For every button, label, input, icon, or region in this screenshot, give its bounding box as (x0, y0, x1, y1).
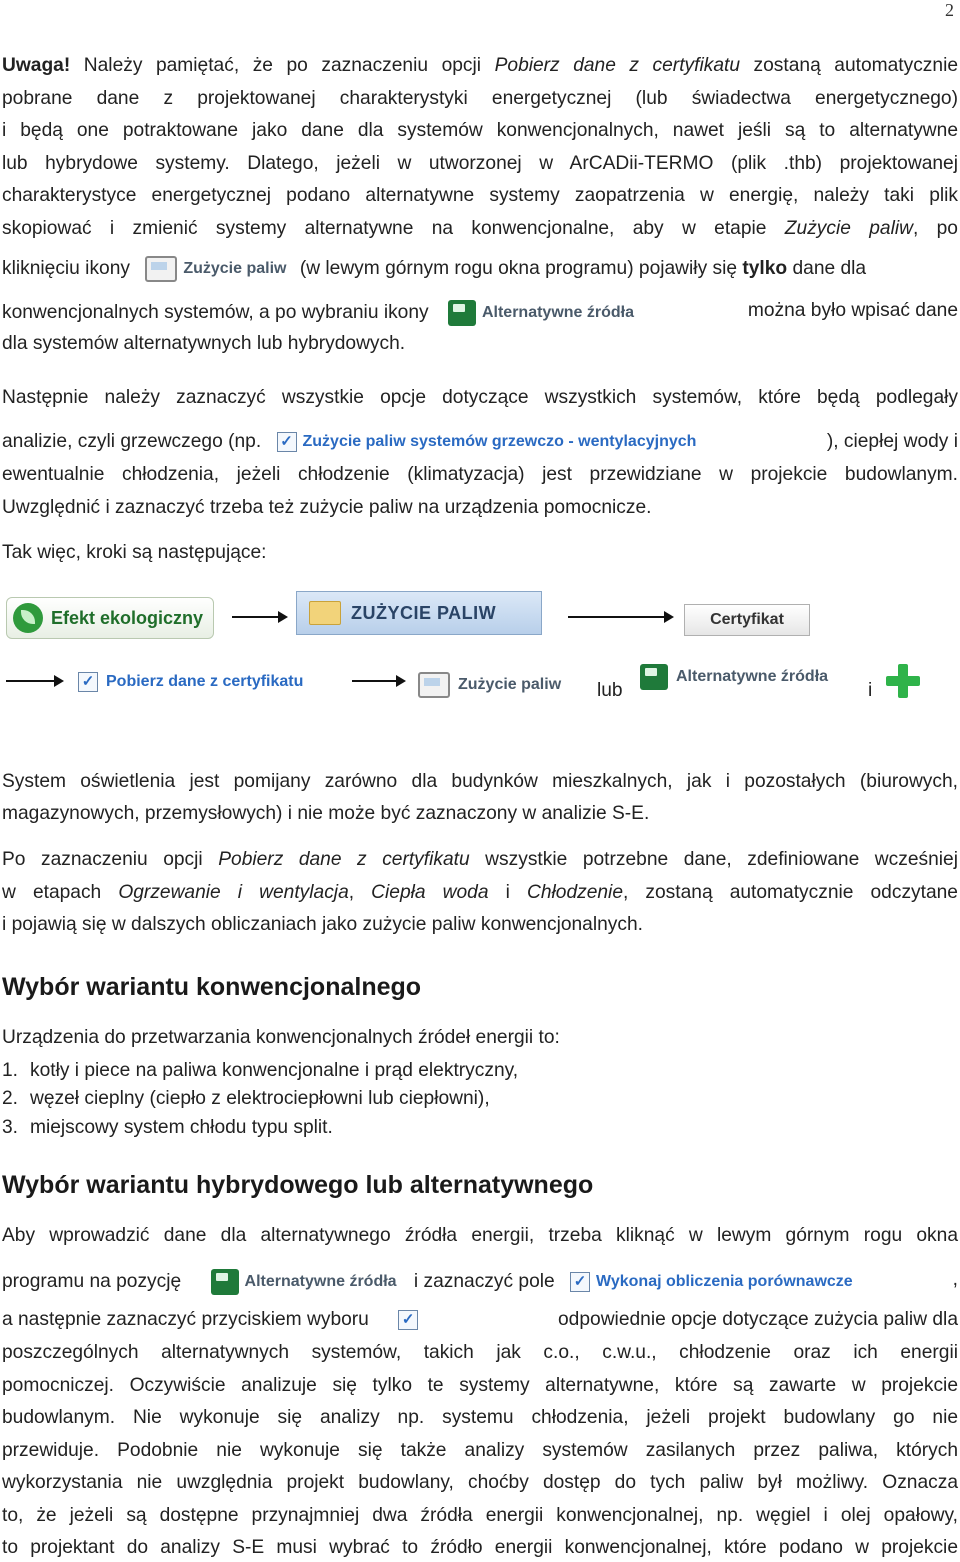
certificate-tab[interactable]: Certyfikat (684, 604, 810, 636)
note-line-3: i będą one potraktowane jako dane dla sy… (2, 120, 958, 141)
para5-line-7: przewiduje. Podobnie nie wykonuje się ta… (2, 1440, 958, 1461)
arrow-icon (568, 611, 674, 623)
para5-line-5: pomocniczej. Oczywiście analizuje się ty… (2, 1375, 958, 1396)
eco-effect-button[interactable]: Efekt ekologiczny (6, 597, 214, 639)
para4-line-3: i pojawią się w dalszych obliczaniach ja… (2, 914, 643, 935)
steps-intro: Tak więc, kroki są następujące: (2, 542, 267, 563)
list-item: 2. węzeł cieplny (ciepło z elektrociepłow… (2, 1088, 490, 1109)
para5-line-6: budowlanym. Nie wykonuje się analizy np.… (2, 1407, 958, 1428)
note-line-4: lub hybrydowe systemy. Dlatego, jeżeli w… (2, 153, 958, 174)
alternative-sources-toolbar-item[interactable]: Alternatywne źródła (640, 664, 828, 690)
fuel-pump-icon (210, 1269, 239, 1295)
checkbox-checked-icon: ✓ (78, 672, 98, 692)
fuel-pump-icon (640, 664, 668, 690)
note-lead: Uwaga! (2, 55, 71, 76)
alternative-sources-toolbar-item: Alternatywne źródła (210, 1269, 397, 1295)
para2-line-2: analizie, czyli grzewczego (np. ✓ Zużyci… (2, 431, 958, 453)
list-item: 3. miejscowy system chłodu typu split. (2, 1117, 333, 1138)
steps-or: lub (597, 680, 623, 701)
checkbox-checked-icon: ✓ (570, 1272, 591, 1292)
arrow-icon (352, 675, 406, 687)
para3-line-2: magazynowych, przemysłowych) i nie może … (2, 803, 650, 824)
note-line-2: pobrane dane z projektowanej charakterys… (2, 88, 958, 109)
para5-line-2: programu na pozycję Alternatywne źródła … (2, 1269, 958, 1295)
para5-line-4: poszczególnych alternatywnych systemów, … (2, 1342, 958, 1363)
folder-icon (309, 601, 341, 625)
leaf-icon (13, 603, 43, 633)
page-number: 2 (945, 0, 954, 20)
note-line-5: charakterystyce energetycznej podano alt… (2, 185, 958, 206)
note-line-1: Uwaga! Należy pamiętać, że po zaznaczeni… (2, 55, 958, 76)
list-item: 1. kotły i piece na paliwa konwencjonalne… (2, 1060, 519, 1081)
fuel-usage-button[interactable]: ZUŻYCIE PALIW (296, 591, 542, 635)
para4-line-1: Po zaznaczeniu opcji Pobierz dane z cert… (2, 849, 958, 870)
fuel-meter-icon (145, 256, 178, 282)
para2-line-4: Uwzględnić i zaznaczyć trzeba też zużyci… (2, 497, 652, 518)
steps-and: i (868, 680, 873, 701)
alternative-sources-toolbar-item: Alternatywne źródła (447, 300, 634, 326)
add-plus-icon[interactable] (886, 664, 920, 698)
para3-line-1: System oświetlenia jest pomijany zarówno… (2, 771, 958, 792)
note-line-6: skopiować i zmienić systemy alternatywne… (2, 218, 958, 239)
para5-line-3: a następnie zaznaczyć przyciskiem wyboru… (2, 1309, 958, 1330)
checkbox-checked-icon: ✓ (398, 1309, 419, 1330)
arrow-icon (232, 611, 288, 623)
fuel-meter-icon (418, 672, 450, 698)
compare-calc-option: ✓ Wykonaj obliczenia porównawcze (570, 1271, 853, 1293)
note-line-8: konwencjonalnych systemów, a po wybraniu… (2, 300, 958, 326)
para2-line-1: Następnie należy zaznaczyć wszystkie opc… (2, 387, 958, 408)
fuel-usage-toolbar-item[interactable]: Zużycie paliw (418, 672, 561, 698)
fuel-usage-toolbar-item: Zużycie paliw (145, 256, 286, 282)
para2-line-3: ewentualnie chłodzenia, jeżeli chłodzeni… (2, 464, 958, 485)
para4-line-2: w etapach Ogrzewanie i wentylacja, Ciepł… (2, 882, 958, 903)
download-certificate-option[interactable]: ✓ Pobierz dane z certyfikatu (78, 672, 303, 692)
conv-intro: Urządzenia do przetwarzania konwencjonal… (2, 1027, 560, 1048)
para5-line-8: wykorzystania nie uwzględnia projekt bud… (2, 1472, 958, 1493)
para5-line-10: to projektant do analizy S-E musi wybrać… (2, 1537, 958, 1558)
fuel-pump-icon (447, 300, 476, 326)
heading-hybrid: Wybór wariantu hybrydowego lub alternaty… (2, 1171, 594, 1199)
note-line-9: dla systemów alternatywnych lub hybrydow… (2, 333, 406, 354)
para5-line-1: Aby wprowadzić dane dla alternatywnego ź… (2, 1225, 958, 1246)
heading-conventional: Wybór wariantu konwencjonalnego (2, 973, 422, 1001)
para5-line-9: to, że jeżeli są dostępne przynajmniej d… (2, 1505, 958, 1526)
note-line-7: kliknięciu ikony Zużycie paliw (w lewym … (2, 256, 958, 282)
checkbox-checked-icon: ✓ (276, 432, 297, 452)
arrow-icon (6, 675, 64, 687)
heating-fuel-option: ✓ Zużycie paliw systemów grzewczo - went… (276, 431, 696, 453)
